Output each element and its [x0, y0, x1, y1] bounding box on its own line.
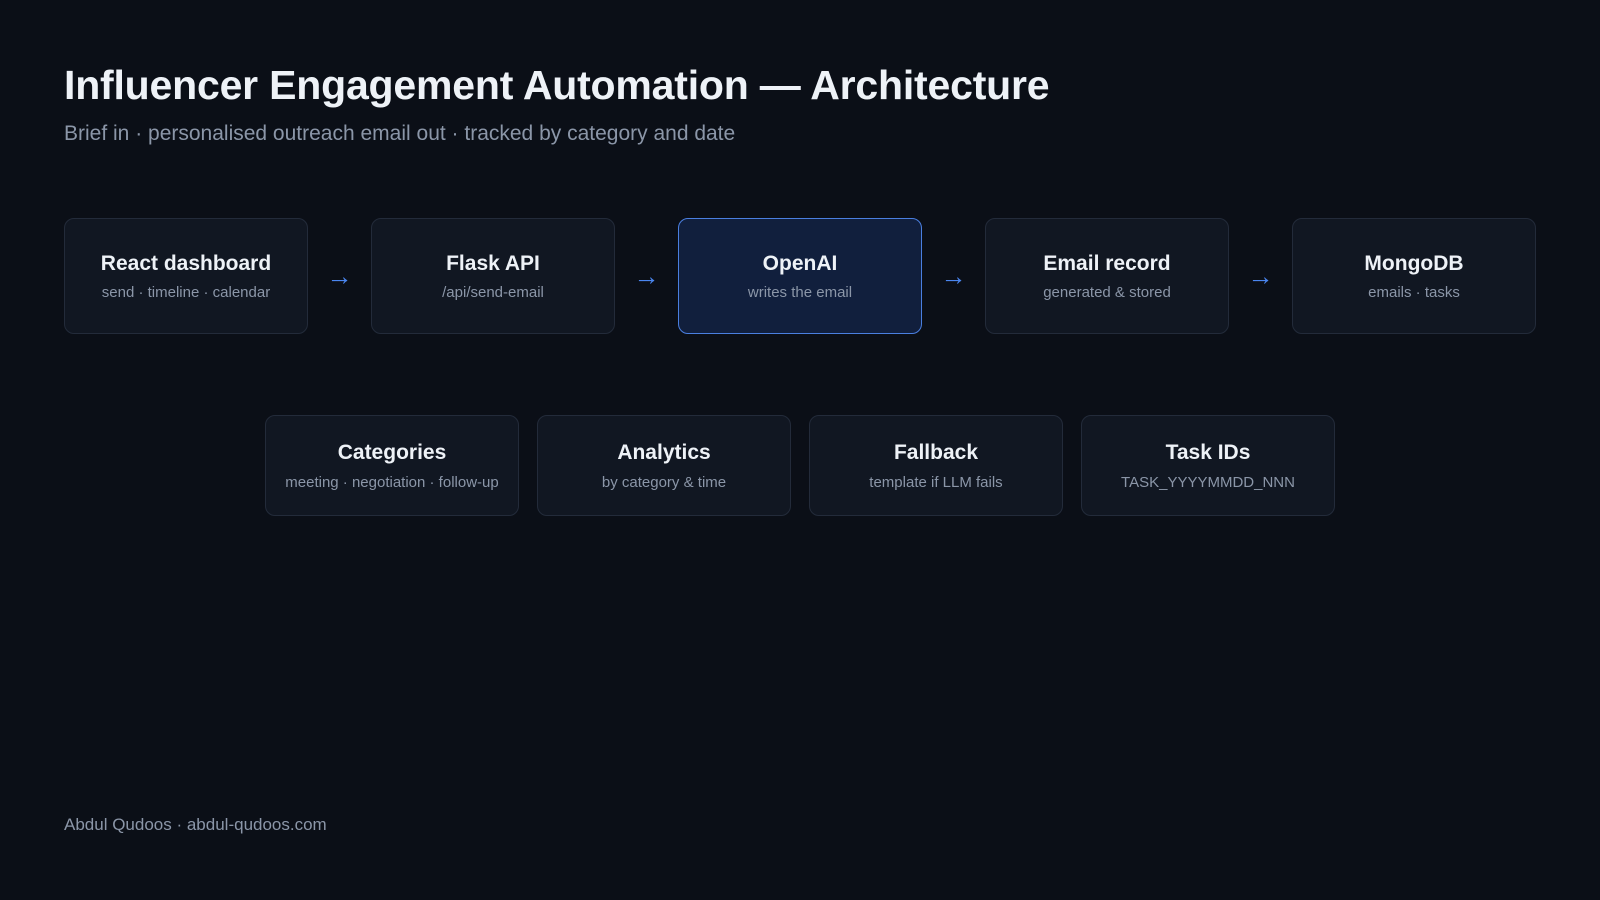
- node-openai: OpenAI writes the email: [678, 218, 922, 334]
- node-email-record: Email record generated & stored: [985, 218, 1229, 334]
- feature-title: Task IDs: [1165, 440, 1251, 464]
- feature-title: Analytics: [617, 440, 711, 464]
- footer-credit: Abdul Qudoos · abdul-qudoos.com: [64, 815, 327, 834]
- node-title: Flask API: [446, 251, 540, 275]
- feature-card-fallback: Fallback template if LLM fails: [809, 415, 1063, 516]
- node-title: Email record: [1043, 251, 1171, 275]
- feature-subtitle: TASK_YYYYMMDD_NNN: [1121, 473, 1295, 491]
- feature-card-analytics: Analytics by category & time: [537, 415, 791, 516]
- page-subtitle: Brief in · personalised outreach email o…: [64, 122, 736, 145]
- arrow-right-icon: →: [326, 261, 353, 291]
- feature-title: Fallback: [893, 440, 979, 464]
- node-mongodb: MongoDB emails · tasks: [1292, 218, 1536, 334]
- feature-cards: Categories meeting · negotiation · follo…: [265, 415, 1335, 516]
- feature-card-categories: Categories meeting · negotiation · follo…: [265, 415, 519, 516]
- node-subtitle: /api/send-email: [442, 283, 544, 301]
- node-title: MongoDB: [1364, 251, 1464, 275]
- arrow-right-icon: →: [940, 261, 967, 291]
- node-subtitle: generated & stored: [1043, 283, 1171, 301]
- node-subtitle: emails · tasks: [1368, 283, 1460, 301]
- feature-subtitle: by category & time: [601, 473, 727, 491]
- feature-subtitle: meeting · negotiation · follow-up: [285, 473, 499, 491]
- node-title: OpenAI: [762, 251, 838, 275]
- page-title: Influencer Engagement Automation — Archi…: [64, 62, 1050, 108]
- node-subtitle: writes the email: [747, 283, 853, 301]
- feature-title: Categories: [337, 440, 447, 464]
- arrow-right-icon: →: [1247, 261, 1274, 291]
- node-react-dashboard: React dashboard send · timeline · calend…: [64, 218, 308, 334]
- node-title: React dashboard: [100, 251, 272, 275]
- arrow-right-icon: →: [633, 261, 660, 291]
- pipeline-flow: React dashboard send · timeline · calend…: [64, 218, 1536, 334]
- feature-card-task-ids: Task IDs TASK_YYYYMMDD_NNN: [1081, 415, 1335, 516]
- feature-subtitle: template if LLM fails: [869, 473, 1003, 491]
- node-subtitle: send · timeline · calendar: [101, 283, 271, 301]
- node-flask-api: Flask API /api/send-email: [371, 218, 615, 334]
